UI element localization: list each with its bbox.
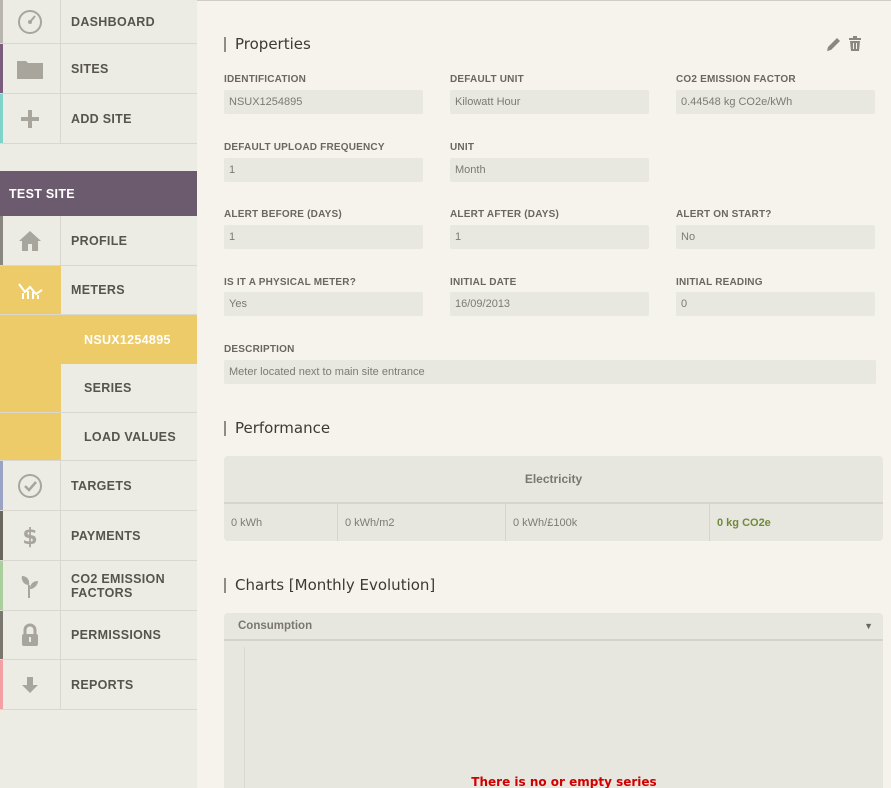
chart-type-select[interactable]: Consumption ▼: [224, 613, 883, 641]
accent-bar: [0, 660, 3, 709]
accent-bar: [0, 44, 3, 93]
site-name-header[interactable]: TEST SITE: [0, 171, 197, 216]
sidebar-subitem-load-values[interactable]: LOAD VALUES: [0, 413, 197, 461]
sidebar-item-permissions[interactable]: PERMISSIONS: [0, 611, 197, 660]
unit-label: UNIT: [450, 142, 475, 153]
alert-after-field[interactable]: 1: [450, 225, 649, 249]
sidebar-item-label: TARGETS: [71, 478, 132, 493]
sidebar-item-add-site[interactable]: ADD SITE: [0, 94, 197, 144]
sidebar-item-label: REPORTS: [71, 677, 134, 692]
submenu-gutter: [0, 364, 61, 412]
sidebar-subitem-series[interactable]: SERIES: [0, 364, 197, 413]
chevron-down-icon: ▼: [864, 621, 873, 631]
label-line-1: CO2 EMISSION: [71, 571, 165, 586]
accent-bar: [0, 94, 3, 143]
co2-emission-factor-label: CO2 EMISSION FACTOR: [676, 74, 796, 85]
submenu-gutter: [0, 413, 61, 460]
performance-title: Performance: [224, 421, 330, 436]
identification-field[interactable]: NSUX1254895: [224, 90, 423, 114]
dollar-icon: $: [0, 511, 61, 560]
chart-panel: Consumption ▼ There is no or empty serie…: [224, 613, 883, 788]
chart-area: There is no or empty series: [244, 647, 883, 788]
sidebar-item-reports[interactable]: REPORTS: [0, 660, 197, 710]
performance-per-area-value: 0 kWh/m2: [338, 504, 506, 541]
sidebar-item-profile[interactable]: PROFILE: [0, 216, 197, 266]
home-icon: [0, 216, 61, 265]
alert-before-label: ALERT BEFORE (DAYS): [224, 209, 342, 220]
sidebar-subitem-label: LOAD VALUES: [84, 429, 176, 444]
sidebar: DASHBOARD SITES ADD SITE TEST SITE PROFI…: [0, 0, 197, 788]
performance-panel: Electricity 0 kWh 0 kWh/m2 0 kWh/£100k 0…: [224, 456, 883, 541]
default-unit-field[interactable]: Kilowatt Hour: [450, 90, 649, 114]
alert-after-label: ALERT AFTER (DAYS): [450, 209, 559, 220]
delete-trash-icon[interactable]: [848, 36, 862, 57]
sidebar-item-meters[interactable]: METERS: [0, 266, 197, 315]
sidebar-subitem-label: NSUX1254895: [84, 332, 171, 347]
upload-frequency-label: DEFAULT UPLOAD FREQUENCY: [224, 142, 385, 153]
physical-meter-label: IS IT A PHYSICAL METER?: [224, 277, 357, 288]
meter-submenu: NSUX1254895 SERIES LOAD VALUES: [0, 315, 197, 461]
sidebar-item-co2-emission-factors[interactable]: CO2 EMISSION FACTORS: [0, 561, 197, 611]
initial-date-field[interactable]: 16/09/2013: [450, 292, 649, 316]
co2-emission-factor-field[interactable]: 0.44548 kg CO2e/kWh: [676, 90, 875, 114]
main-content: Properties IDENTIFICATION NSUX1254895 DE…: [197, 0, 891, 788]
accent-bar: [0, 0, 3, 43]
properties-title: Properties: [224, 37, 311, 52]
physical-meter-field[interactable]: Yes: [224, 292, 423, 316]
sidebar-subitem-label: SERIES: [84, 381, 132, 395]
folder-icon: [0, 44, 61, 93]
sidebar-item-label: METERS: [71, 283, 125, 297]
label-line-2: FACTORS: [71, 585, 133, 600]
performance-co2-value: 0 kg CO2e: [717, 516, 771, 529]
plus-icon: [0, 94, 61, 143]
sidebar-item-label: SITES: [71, 61, 109, 76]
sidebar-item-sites[interactable]: SITES: [0, 44, 197, 94]
performance-energy-value: 0 kWh: [224, 504, 338, 541]
unit-field[interactable]: Month: [450, 158, 649, 182]
svg-text:$: $: [22, 525, 37, 549]
accent-bar: [0, 461, 3, 510]
alert-on-start-label: ALERT ON START?: [676, 209, 772, 220]
initial-reading-label: INITIAL READING: [676, 277, 763, 288]
sidebar-item-label: DASHBOARD: [71, 14, 155, 29]
initial-reading-field[interactable]: 0: [676, 292, 875, 316]
edit-pencil-icon[interactable]: [826, 36, 842, 57]
accent-bar: [0, 511, 3, 560]
initial-date-label: INITIAL DATE: [450, 277, 517, 288]
chart-empty-message: There is no or empty series: [471, 775, 657, 788]
performance-category: Electricity: [224, 456, 883, 504]
default-unit-label: DEFAULT UNIT: [450, 74, 524, 85]
description-field[interactable]: Meter located next to main site entrance: [224, 360, 876, 384]
sidebar-item-label: PAYMENTS: [71, 528, 141, 543]
chart-type-selected: Consumption: [238, 620, 313, 632]
description-label: DESCRIPTION: [224, 344, 295, 355]
sidebar-subitem-meter-nsux1254895[interactable]: NSUX1254895: [0, 315, 197, 364]
performance-per-revenue-value: 0 kWh/£100k: [506, 504, 710, 541]
submenu-gutter: [0, 315, 61, 364]
sidebar-item-label: PROFILE: [71, 233, 128, 248]
lock-icon: [0, 611, 61, 659]
alert-on-start-field[interactable]: No: [676, 225, 875, 249]
dashboard-gauge-icon: [0, 0, 61, 43]
alert-before-field[interactable]: 1: [224, 225, 423, 249]
download-arrow-icon: [0, 660, 61, 709]
checkmark-icon: [0, 461, 61, 510]
upload-frequency-field[interactable]: 1: [224, 158, 423, 182]
accent-bar: [0, 561, 3, 610]
accent-bar: [0, 611, 3, 659]
leaf-plant-icon: [0, 561, 61, 610]
sidebar-item-label: ADD SITE: [71, 111, 132, 126]
sidebar-item-payments[interactable]: $ PAYMENTS: [0, 511, 197, 561]
accent-bar: [0, 216, 3, 265]
sidebar-item-label: CO2 EMISSION FACTORS: [61, 572, 165, 600]
identification-label: IDENTIFICATION: [224, 74, 307, 85]
sidebar-item-targets[interactable]: TARGETS: [0, 461, 197, 511]
charts-title: Charts [Monthly Evolution]: [224, 578, 435, 593]
sidebar-item-label: PERMISSIONS: [71, 628, 162, 642]
sidebar-item-dashboard[interactable]: DASHBOARD: [0, 0, 197, 44]
meters-chart-icon: [0, 266, 61, 314]
